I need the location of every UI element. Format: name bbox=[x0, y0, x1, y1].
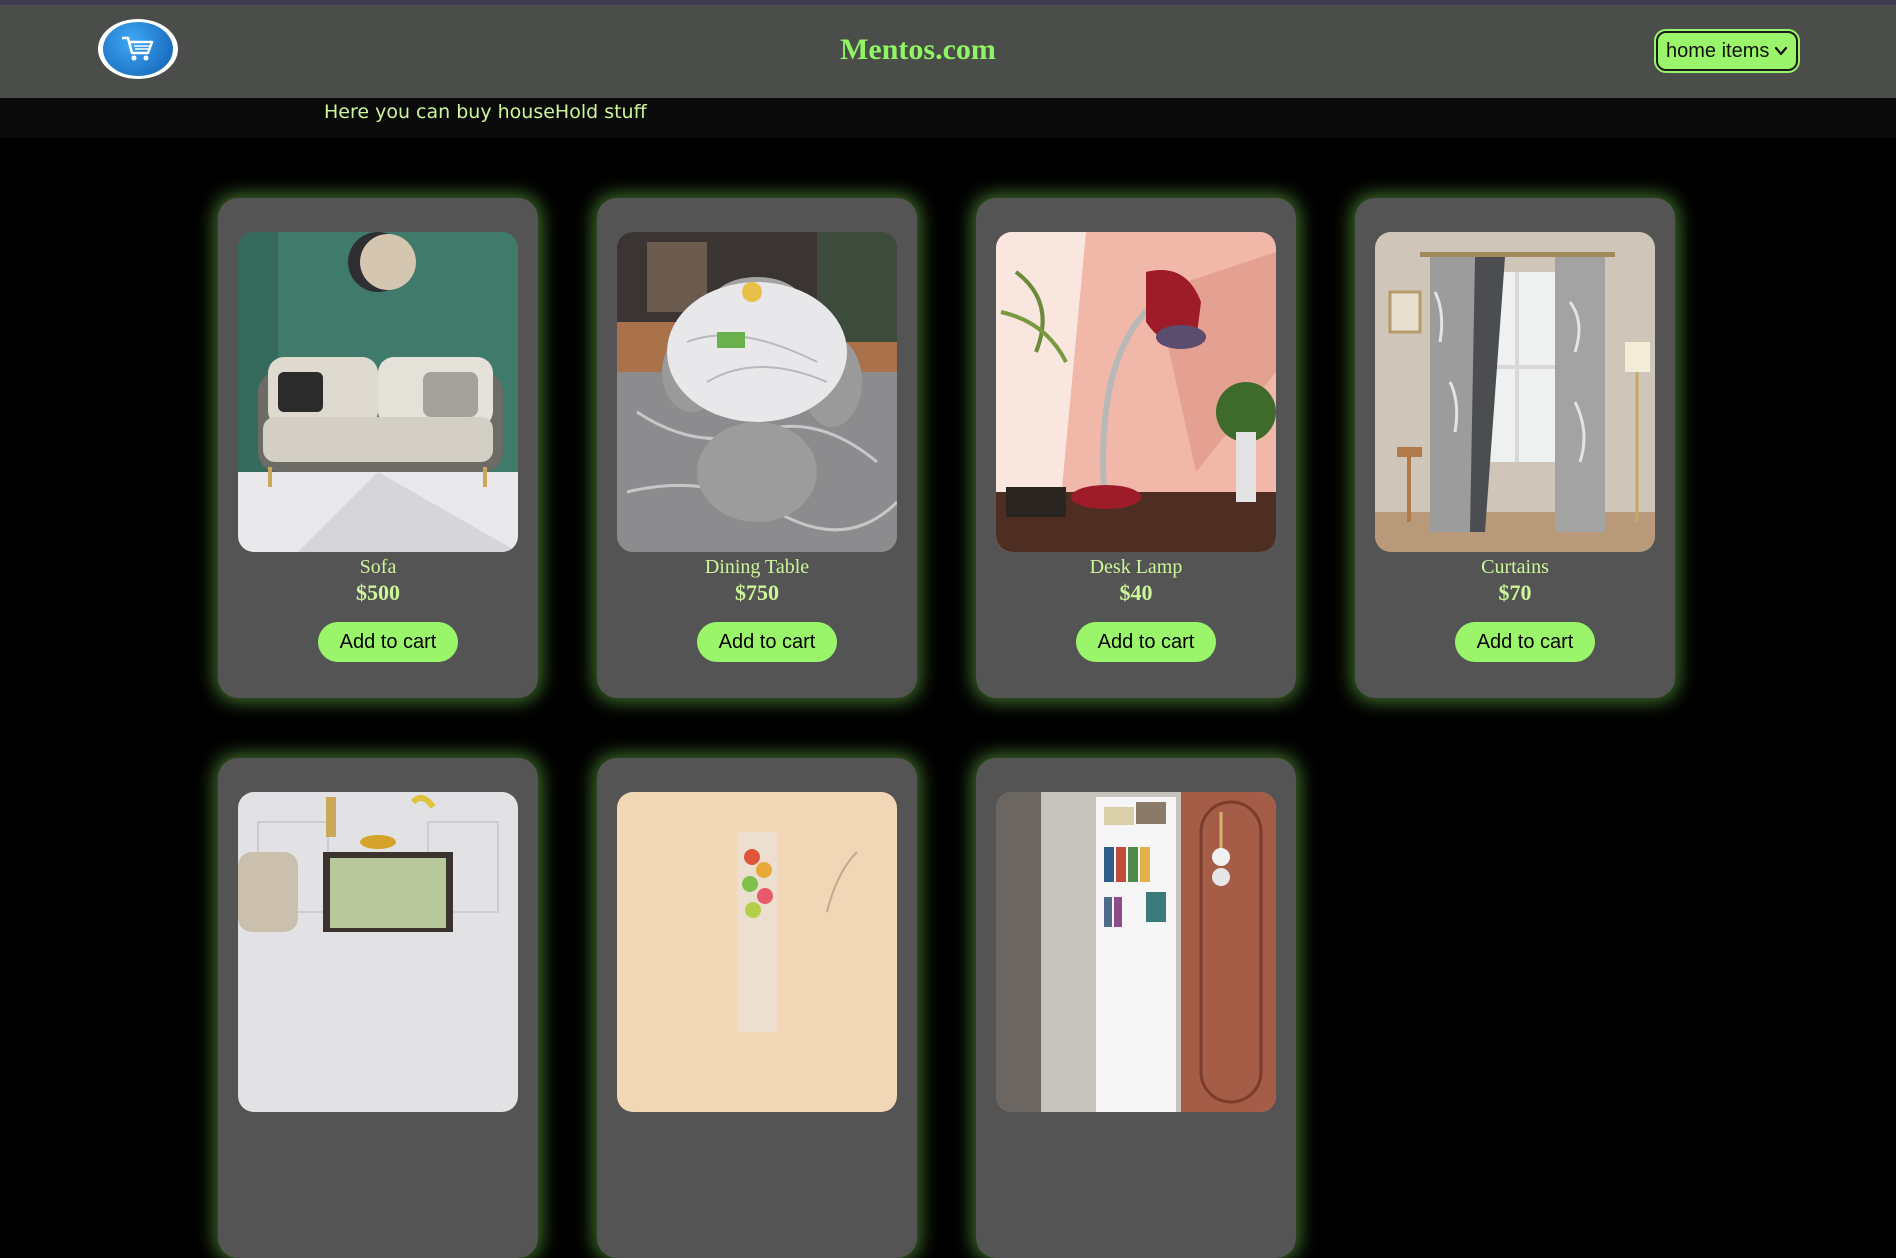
product-image-desk-lamp[interactable] bbox=[996, 232, 1276, 552]
product-price: $40 bbox=[1119, 580, 1153, 605]
product-name: Desk Lamp bbox=[1089, 556, 1183, 578]
tagline: Here you can buy houseHold stuff bbox=[324, 101, 647, 123]
product-name: Curtains bbox=[1481, 556, 1549, 578]
add-to-cart-button[interactable]: Add to cart bbox=[1455, 622, 1595, 662]
add-to-cart-button[interactable]: Add to cart bbox=[1076, 622, 1216, 662]
site-header: Mentos.com home items bbox=[0, 5, 1896, 98]
product-image-curtains[interactable] bbox=[1375, 232, 1655, 552]
product-card: Desk Lamp $40 Add to cart bbox=[976, 198, 1296, 698]
product-name: Sofa bbox=[359, 556, 397, 578]
site-title: Mentos.com bbox=[840, 33, 996, 66]
product-image-dining-table[interactable] bbox=[617, 232, 897, 552]
product-card bbox=[218, 758, 538, 1258]
category-select-value: home items bbox=[1666, 39, 1770, 62]
product-image-bookshelf[interactable] bbox=[996, 792, 1276, 1112]
product-card: Sofa $500 Add to cart bbox=[218, 198, 538, 698]
product-image-vase[interactable] bbox=[617, 792, 897, 1112]
product-price: $500 bbox=[356, 580, 400, 605]
product-image-sofa[interactable] bbox=[238, 232, 518, 552]
add-to-cart-button[interactable]: Add to cart bbox=[697, 622, 837, 662]
chevron-down-icon bbox=[1774, 46, 1788, 56]
product-card: Dining Table $750 Add to cart bbox=[597, 198, 917, 698]
product-card bbox=[597, 758, 917, 1258]
product-price: $750 bbox=[735, 580, 779, 605]
product-image-sideboard[interactable] bbox=[238, 792, 518, 1112]
add-to-cart-button[interactable]: Add to cart bbox=[318, 622, 458, 662]
product-name: Dining Table bbox=[704, 556, 810, 578]
product-card bbox=[976, 758, 1296, 1258]
product-card: Curtains $70 Add to cart bbox=[1355, 198, 1675, 698]
category-select[interactable]: home items bbox=[1656, 31, 1798, 71]
subheader-bar bbox=[0, 98, 1896, 138]
product-price: $70 bbox=[1498, 580, 1532, 605]
